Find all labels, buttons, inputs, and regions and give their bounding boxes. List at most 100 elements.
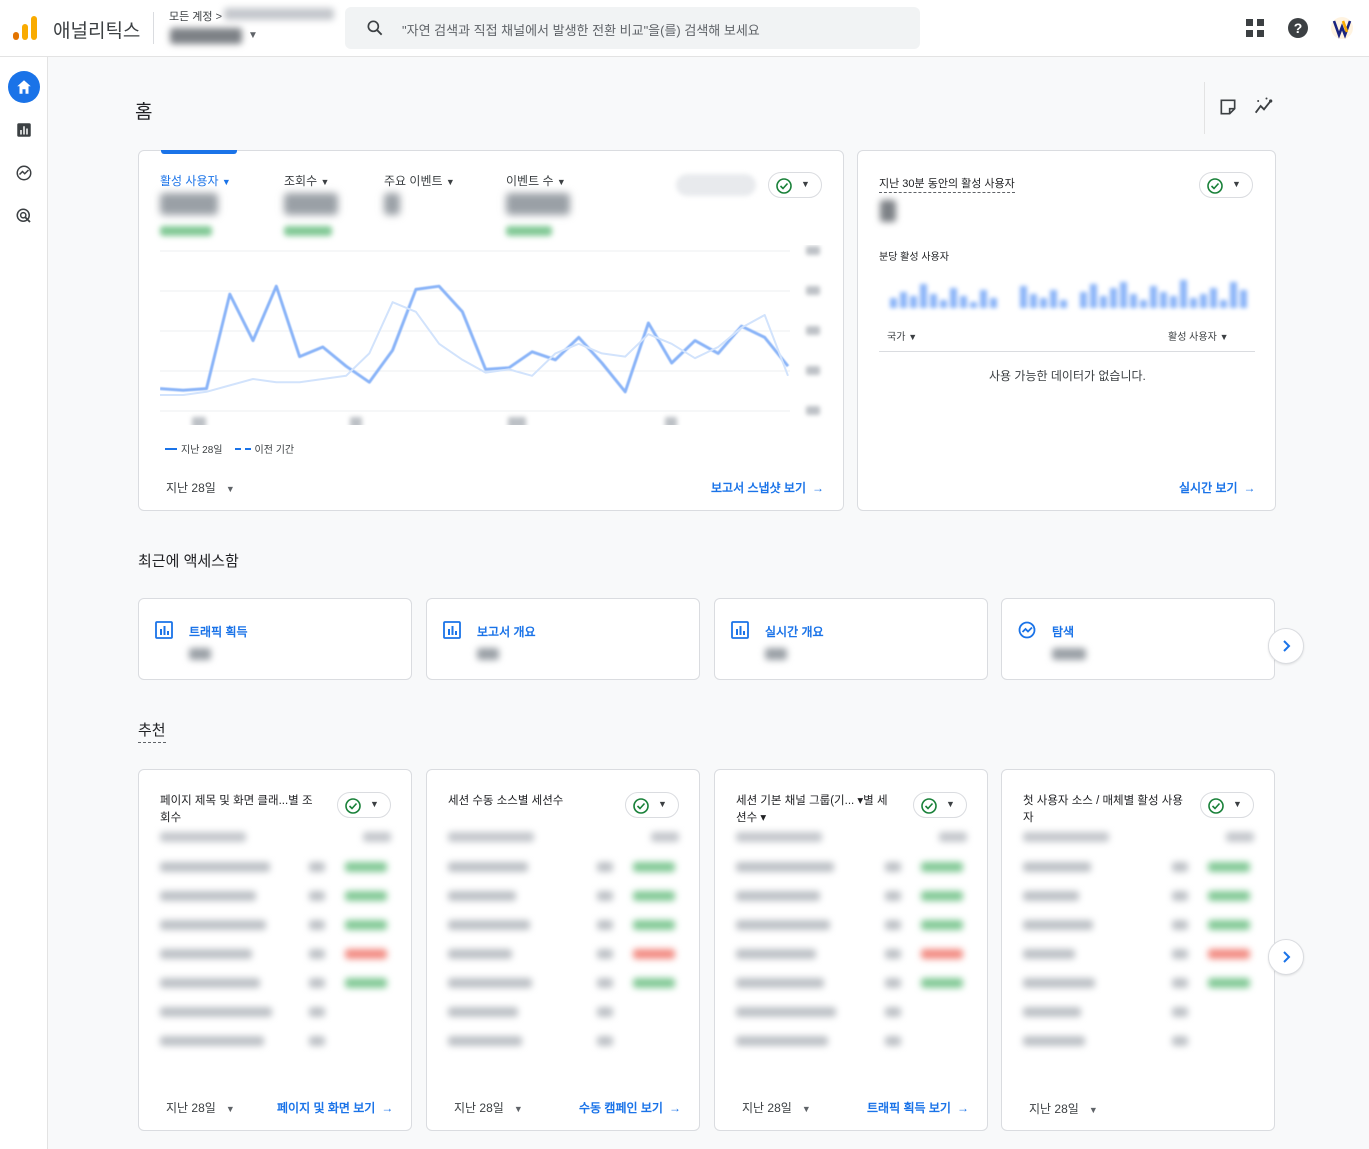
recent-item[interactable]: 트래픽 획득 [138,598,412,680]
realtime-link[interactable]: 실시간 보기 → [1179,479,1256,496]
table-cell-redacted [309,978,325,988]
help-icon[interactable]: ? [1286,16,1310,40]
report-icon [443,621,461,639]
table-row-redacted [1023,891,1079,901]
date-range-select[interactable]: 지난 28일 ▼ [1029,1100,1098,1117]
recent-item-label: 보고서 개요 [477,625,536,639]
empty-state-text: 사용 가능한 데이터가 없습니다. [989,369,1146,383]
property-name-redacted[interactable] [170,28,242,44]
table-cell-redacted [597,978,613,988]
data-quality-button[interactable]: ▼ [913,792,967,818]
table-cell-redacted [309,891,325,901]
table-header-redacted [1226,832,1254,842]
data-quality-button[interactable]: ▼ [768,172,822,198]
apps-grid-icon[interactable] [1243,16,1267,40]
nav-explore[interactable] [8,157,40,189]
y-tick-label-redacted [806,326,820,335]
tab-active-users[interactable]: 활성 사용자 ▼ [160,172,231,189]
search-input[interactable]: "자연 검색과 직접 채널에서 발생한 전환 비교"을(를) 검색해 보세요 [402,20,760,39]
recommendation-link[interactable]: 수동 캠페인 보기 → [579,1099,681,1116]
table-delta-redacted [921,949,963,959]
tab-views[interactable]: 조회수 ▼ [284,172,329,189]
data-quality-button[interactable]: ▼ [625,792,679,818]
tab-key-events[interactable]: 주요 이벤트 ▼ [384,172,455,189]
per-minute-bar [890,298,897,308]
recent-item[interactable]: 실시간 개요 [714,598,988,680]
check-circle-icon [921,798,937,814]
recent-next-button[interactable] [1268,628,1304,664]
realtime-title: 지난 30분 동안의 활성 사용자 [879,175,1015,193]
table-delta-redacted [921,862,963,872]
data-quality-button[interactable]: ▼ [1199,172,1253,198]
metric-delta-redacted [160,226,212,236]
recommend-next-button[interactable] [1268,939,1304,975]
report-icon [731,621,749,639]
account-breadcrumb[interactable]: 모든 계정 > [169,8,222,24]
date-range-select[interactable]: 지난 28일 ▼ [454,1099,523,1116]
nav-advertising[interactable] [8,200,40,232]
tab-label: 활성 사용자 [160,174,219,188]
table-delta-redacted [345,949,387,959]
chevron-down-icon[interactable]: ▼ [248,30,258,41]
check-circle-icon [345,798,361,814]
insights-icon[interactable] [1253,96,1275,116]
date-range-select[interactable]: 지난 28일 ▼ [742,1099,811,1116]
table-row-redacted [1023,949,1075,959]
table-row-redacted [448,862,528,872]
table-header-redacted [160,832,246,842]
per-minute-bar [960,296,967,308]
table-delta-redacted [345,862,387,872]
account-avatar-icon[interactable] [1330,16,1354,40]
per-minute-bar [1190,298,1197,308]
table-row-redacted [736,891,820,901]
per-minute-bar [1170,296,1177,308]
users-column-header[interactable]: 활성 사용자 ▼ [1168,328,1228,343]
data-quality-button[interactable]: ▼ [337,792,391,818]
per-minute-bar [910,296,917,308]
metric-delta-redacted [506,226,552,236]
table-cell-redacted [309,862,325,872]
table-cell-redacted [1172,920,1188,930]
nav-reports[interactable] [8,114,40,146]
note-icon[interactable] [1218,97,1238,117]
table-row-redacted [1023,1036,1085,1046]
nav-home[interactable] [8,71,40,103]
recent-item[interactable]: 보고서 개요 [426,598,700,680]
top-app-bar: 애널리틱스 모든 계정 > ▼ "자연 검색과 직접 채널에서 발생한 전환 비… [0,0,1369,57]
tab-indicator [161,150,237,154]
date-range-select[interactable]: 지난 28일 ▼ [166,479,235,496]
per-minute-bar [1220,300,1227,308]
per-minute-bar [980,290,987,308]
table-delta-redacted [921,891,963,901]
date-range-label: 지난 28일 [1029,1102,1079,1116]
tab-event-count[interactable]: 이벤트 수 ▼ [506,172,566,189]
tab-label: 이벤트 수 [506,174,554,188]
table-cell-redacted [885,978,901,988]
divider [879,351,1255,352]
table-row-redacted [160,862,270,872]
arrow-right-icon: → [381,1101,394,1115]
data-quality-button[interactable]: ▼ [1200,792,1254,818]
date-range-select[interactable]: 지난 28일 ▼ [166,1099,235,1116]
table-cell-redacted [885,862,901,872]
table-delta-redacted [921,920,963,930]
country-column-header[interactable]: 국가 ▼ [887,328,917,343]
table-delta-redacted [633,862,675,872]
recommendation-link[interactable]: 페이지 및 화면 보기 → [277,1099,393,1116]
date-range-label: 지난 28일 [166,481,216,495]
chevron-down-icon: ▼ [370,799,379,809]
series-line-previous [160,301,789,396]
column-label: 활성 사용자 [1168,332,1217,343]
comparison-chip-redacted[interactable] [676,174,756,196]
search-box[interactable]: "자연 검색과 직접 채널에서 발생한 전환 비교"을(를) 검색해 보세요 [345,7,920,49]
recent-item[interactable]: 탐색 [1001,598,1275,680]
table-delta-redacted [633,949,675,959]
table-cell-redacted [885,1036,901,1046]
report-snapshot-link[interactable]: 보고서 스냅샷 보기 → [711,479,824,496]
recommendation-link[interactable]: 트래픽 획득 보기 → [867,1099,969,1116]
table-header-redacted [736,832,822,842]
column-label: 국가 [887,332,906,343]
analytics-logo-icon[interactable] [12,14,38,42]
table-row-redacted [736,1007,836,1017]
table-delta-redacted [1208,920,1250,930]
